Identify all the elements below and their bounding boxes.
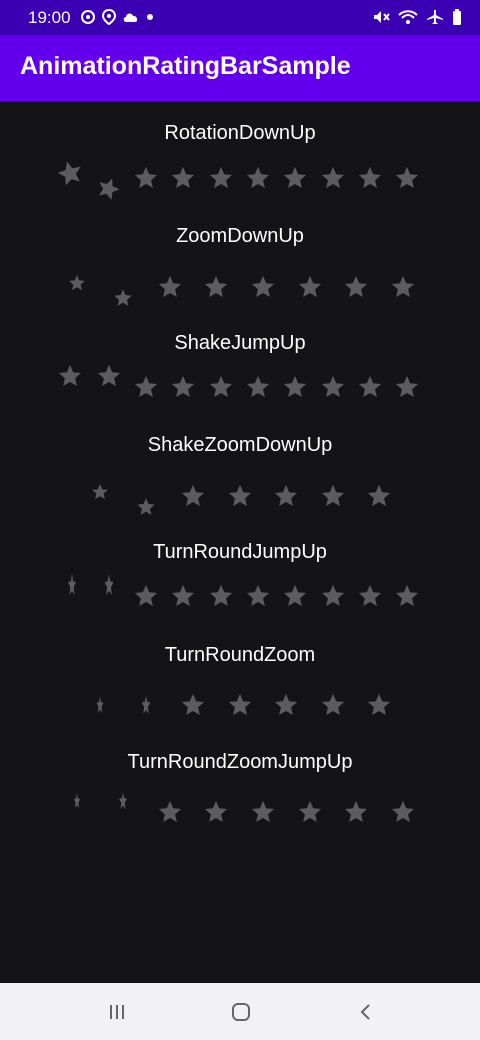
star-icon[interactable] — [226, 691, 254, 719]
star-icon[interactable] — [356, 164, 384, 192]
airplane-icon — [427, 10, 443, 24]
star-icon[interactable] — [342, 798, 370, 826]
star-icon[interactable] — [272, 691, 300, 719]
star-icon[interactable] — [272, 482, 300, 510]
battery-icon — [453, 9, 461, 25]
content: RotationDownUp ZoomDownUp ShakeJumpUp Shake… — [0, 101, 480, 983]
star-icon[interactable] — [319, 691, 347, 719]
notification-dot-icon — [147, 14, 153, 20]
star-icon[interactable] — [356, 373, 384, 401]
location-icon — [102, 9, 116, 25]
star-icon[interactable] — [389, 798, 417, 826]
section-label: TurnRoundJumpUp — [153, 541, 327, 563]
star-icon[interactable] — [281, 373, 309, 401]
star-icon[interactable] — [393, 164, 421, 192]
star-icon[interactable] — [319, 582, 347, 610]
star-icon[interactable] — [135, 496, 157, 518]
status-bar: 19:00 — [0, 0, 480, 35]
star-icon[interactable] — [244, 373, 272, 401]
star-icon[interactable] — [179, 482, 207, 510]
star-icon[interactable] — [342, 273, 370, 301]
star-icon[interactable] — [244, 164, 272, 192]
star-icon[interactable] — [132, 373, 160, 401]
star-icon[interactable] — [389, 273, 417, 301]
star-icon[interactable] — [132, 164, 160, 192]
star-icon[interactable] — [112, 287, 134, 309]
star-icon[interactable] — [365, 482, 393, 510]
star-icon[interactable] — [73, 791, 81, 811]
section-label: ShakeJumpUp — [174, 332, 306, 354]
star-icon[interactable] — [118, 790, 128, 812]
section-label: ShakeZoomDownUp — [147, 434, 333, 456]
star-icon[interactable] — [207, 373, 235, 401]
star-icon[interactable] — [132, 582, 160, 610]
star-icon[interactable] — [67, 571, 77, 599]
star-icon[interactable] — [96, 694, 105, 716]
star-icon[interactable] — [156, 273, 184, 301]
section-label: TurnRoundZoomJumpUp — [127, 751, 353, 773]
app-bar: AnimationRatingBarSample — [0, 35, 480, 101]
star-icon[interactable] — [56, 362, 84, 390]
recent-apps-icon — [110, 1005, 124, 1019]
star-icon[interactable] — [226, 482, 254, 510]
star-icon[interactable] — [141, 693, 152, 717]
cloud-icon — [123, 13, 138, 22]
star-icon[interactable] — [169, 582, 197, 610]
mute-icon — [374, 11, 390, 23]
star-icon[interactable] — [207, 164, 235, 192]
star-icon[interactable] — [365, 691, 393, 719]
star-icon[interactable] — [393, 582, 421, 610]
wifi-icon — [398, 10, 418, 24]
star-icon[interactable] — [202, 273, 230, 301]
star-icon[interactable] — [319, 482, 347, 510]
status-time: 19:00 — [28, 8, 71, 27]
star-icon[interactable] — [296, 273, 324, 301]
home-button[interactable] — [221, 997, 261, 1027]
sync-icon — [81, 10, 95, 24]
back-button[interactable] — [346, 997, 386, 1027]
star-icon[interactable] — [356, 582, 384, 610]
star-icon[interactable] — [281, 582, 309, 610]
star-icon[interactable] — [52, 155, 89, 192]
star-icon[interactable] — [91, 171, 126, 206]
star-icon[interactable] — [156, 798, 184, 826]
star-icon[interactable] — [95, 362, 123, 390]
star-icon[interactable] — [319, 373, 347, 401]
home-icon — [232, 1003, 250, 1021]
star-icon[interactable] — [249, 273, 277, 301]
star-icon[interactable] — [281, 164, 309, 192]
star-icon[interactable] — [319, 164, 347, 192]
section-label: ZoomDownUp — [176, 225, 304, 247]
star-icon[interactable] — [90, 482, 110, 502]
star-icon[interactable] — [296, 798, 324, 826]
star-icon[interactable] — [207, 582, 235, 610]
star-icon[interactable] — [179, 691, 207, 719]
star-icon[interactable] — [249, 798, 277, 826]
section-label: TurnRoundZoom — [164, 644, 316, 666]
star-icon[interactable] — [169, 373, 197, 401]
star-icon[interactable] — [103, 571, 114, 599]
back-icon — [360, 1004, 370, 1020]
recent-apps-button[interactable] — [97, 997, 137, 1027]
star-icon[interactable] — [67, 273, 87, 293]
app-title: AnimationRatingBarSample — [20, 52, 351, 80]
star-icon[interactable] — [202, 798, 230, 826]
star-icon[interactable] — [169, 164, 197, 192]
star-icon[interactable] — [244, 582, 272, 610]
nav-bar — [0, 983, 480, 1040]
star-icon[interactable] — [393, 373, 421, 401]
section-label: RotationDownUp — [164, 122, 316, 144]
